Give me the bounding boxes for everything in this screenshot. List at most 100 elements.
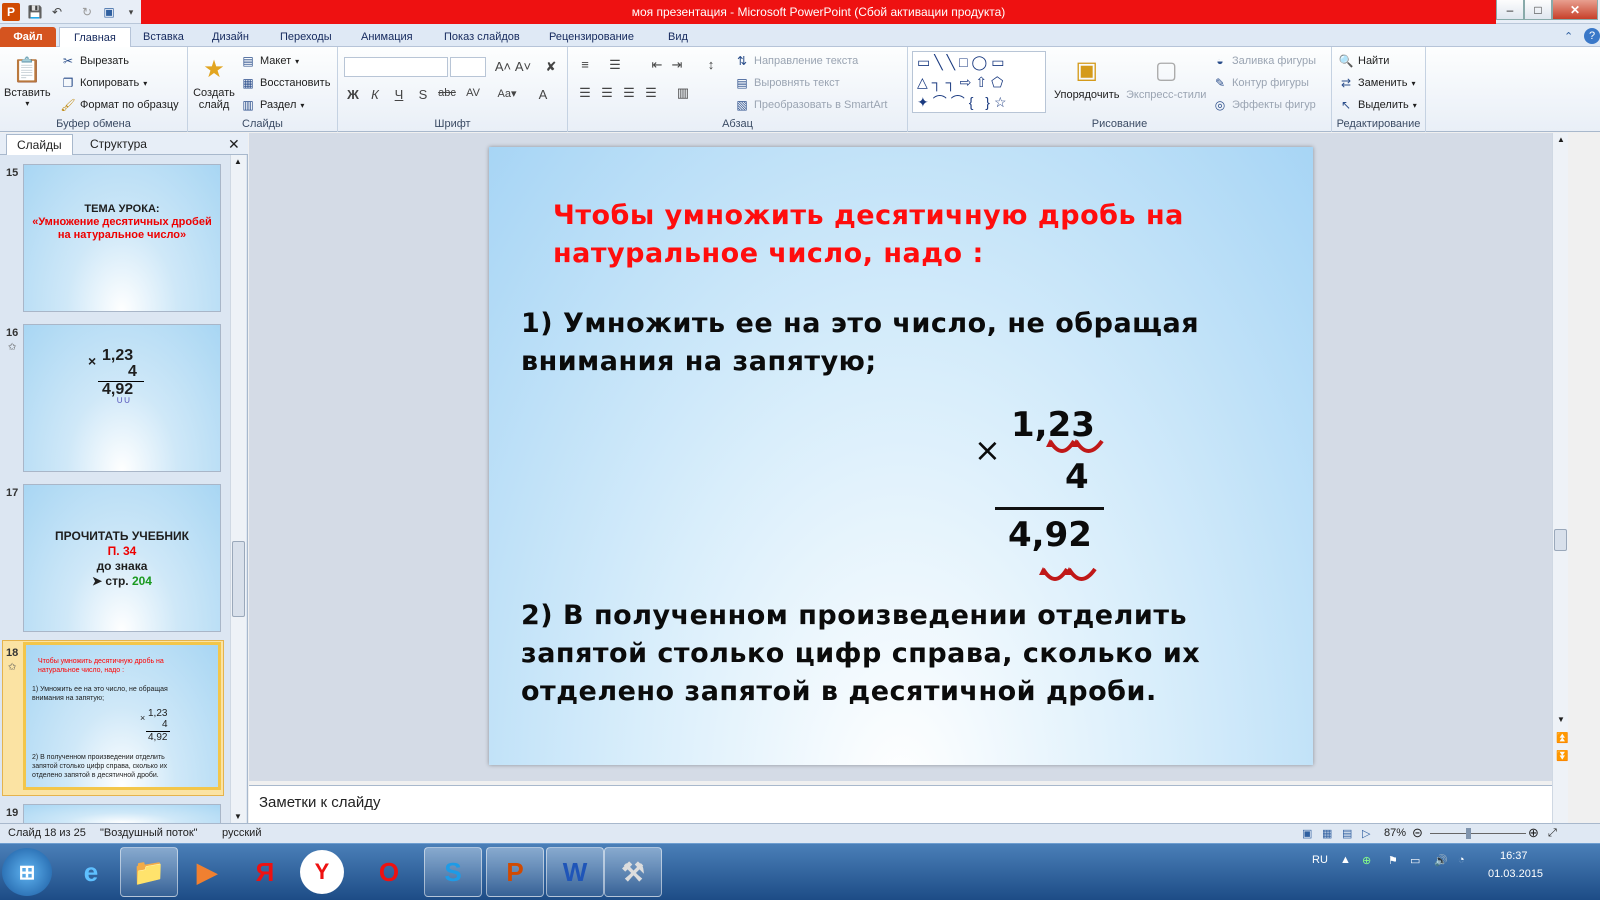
tools-taskbar-icon[interactable]: ⚒ <box>604 847 662 897</box>
minimize-button[interactable]: – <box>1496 0 1524 20</box>
italic-button[interactable]: К <box>366 87 384 102</box>
align-text-button[interactable]: ▤ Выровнять текст <box>734 75 839 91</box>
tab-slideshow[interactable]: Показ слайдов <box>444 27 520 47</box>
font-color-icon[interactable]: A <box>534 87 552 102</box>
customize-qat-icon[interactable]: ▾ <box>122 3 140 21</box>
strikethrough-button[interactable]: abc <box>436 87 458 99</box>
columns-icon[interactable]: ▥ <box>674 85 692 101</box>
change-case-icon[interactable]: Aa▾ <box>494 87 520 100</box>
pane-scrollbar[interactable]: ▲ ▼ <box>230 155 246 823</box>
powerpoint-app-icon[interactable]: P <box>2 3 20 21</box>
new-slide-button[interactable]: ★ Создать слайд <box>192 53 236 112</box>
fit-to-window-icon[interactable]: ⤢ <box>1548 827 1557 840</box>
slide-thumbnail-16[interactable]: × 1,23 4 4,92 ∪∪ <box>23 324 221 472</box>
close-pane-icon[interactable]: ✕ <box>228 136 240 153</box>
ribbon-minimize-icon[interactable]: ⌃ <box>1564 27 1573 47</box>
slide-canvas[interactable]: Чтобы умножить десятичную дробь на натур… <box>489 147 1313 765</box>
tab-transitions[interactable]: Переходы <box>280 27 332 47</box>
format-painter-button[interactable]: 🖌 Формат по образцу <box>60 97 178 113</box>
slide-thumbnail-18[interactable]: Чтобы умножить десятичную дробь на натур… <box>23 642 221 790</box>
quick-styles-button[interactable]: ▢ Экспресс-стили <box>1126 53 1206 102</box>
decrease-indent-icon[interactable]: ⇤ <box>648 57 666 73</box>
clear-format-icon[interactable]: ✘ <box>542 59 560 75</box>
reading-view-icon[interactable]: ▤ <box>1342 827 1352 840</box>
close-button[interactable]: ✕ <box>1552 0 1598 20</box>
scroll-thumb[interactable] <box>1554 529 1567 551</box>
explorer-icon[interactable]: 📁 <box>120 847 178 897</box>
shape-fill-button[interactable]: ◒ Заливка фигуры <box>1212 53 1316 69</box>
previous-slide-icon[interactable]: ⏫ <box>1556 733 1568 744</box>
shape-effects-button[interactable]: ◎ Эффекты фигур <box>1212 97 1316 113</box>
increase-indent-icon[interactable]: ⇥ <box>668 57 686 73</box>
line-spacing-icon[interactable]: ↕ <box>702 57 720 72</box>
slideshow-view-icon[interactable]: ▷ <box>1362 827 1370 840</box>
align-right-icon[interactable]: ☰ <box>620 85 638 101</box>
slide-scrollbar[interactable]: ▲ ▼ ⏫ ⏬ <box>1552 133 1568 838</box>
slide-thumbnail-17[interactable]: ПРОЧИТАТЬ УЧЕБНИК П. 34 до знака ➤ стр. … <box>23 484 221 632</box>
slide-thumbnail-19[interactable] <box>23 804 221 824</box>
media-player-icon[interactable]: ▶ <box>178 847 236 897</box>
numbering-icon[interactable]: ☰ <box>606 57 624 73</box>
tab-slides[interactable]: Слайды <box>6 134 73 155</box>
powerpoint-taskbar-icon[interactable]: P <box>486 847 544 897</box>
align-center-icon[interactable]: ☰ <box>598 85 616 101</box>
underline-button[interactable]: Ч <box>390 87 408 102</box>
internet-explorer-icon[interactable]: e <box>62 847 120 897</box>
yandex-icon[interactable]: Я <box>236 847 294 897</box>
network-icon[interactable]: ⊕ <box>1362 854 1371 867</box>
section-button[interactable]: ▥ Раздел ▾ <box>240 97 304 113</box>
slide-thumbnail-15[interactable]: ТЕМА УРОКА: «Умножение десятичных дробей… <box>23 164 221 312</box>
clock-time[interactable]: 16:37 <box>1500 850 1528 862</box>
flag-icon[interactable]: ⚑ <box>1388 854 1398 867</box>
redo-icon[interactable]: ↻ <box>78 3 96 21</box>
notes-pane[interactable]: Заметки к слайду <box>249 785 1552 823</box>
zoom-slider-thumb[interactable] <box>1466 828 1471 839</box>
tab-view[interactable]: Вид <box>668 27 688 47</box>
tab-animations[interactable]: Анимация <box>361 27 413 47</box>
tab-file[interactable]: Файл <box>0 27 56 47</box>
char-spacing-icon[interactable]: AV <box>464 87 482 99</box>
tab-outline[interactable]: Структура <box>80 134 157 155</box>
skype-icon[interactable]: S <box>424 847 482 897</box>
justify-icon[interactable]: ☰ <box>642 85 660 101</box>
save-icon[interactable]: 💾 <box>26 3 44 21</box>
wifi-icon[interactable]: ◔ <box>1458 854 1465 866</box>
help-icon[interactable]: ? <box>1584 28 1600 44</box>
font-name-combo[interactable] <box>344 57 448 77</box>
monitor-icon[interactable]: ▭ <box>1410 854 1420 867</box>
align-left-icon[interactable]: ☰ <box>576 85 594 101</box>
reset-button[interactable]: ▦ Восстановить <box>240 75 330 91</box>
maximize-button[interactable]: □ <box>1524 0 1552 20</box>
yandex-browser-icon[interactable]: Y <box>300 850 344 894</box>
replace-button[interactable]: ⇄ Заменить ▾ <box>1338 75 1415 91</box>
clock-date[interactable]: 01.03.2015 <box>1488 868 1543 880</box>
tab-insert[interactable]: Вставка <box>143 27 184 47</box>
scroll-up-icon[interactable]: ▲ <box>1557 135 1565 144</box>
smartart-button[interactable]: ▧ Преобразовать в SmartArt <box>734 97 887 113</box>
text-direction-button[interactable]: ⇅ Направление текста <box>734 53 858 69</box>
font-size-combo[interactable] <box>450 57 486 77</box>
theme-name[interactable]: "Воздушный поток" <box>100 827 198 839</box>
language-indicator[interactable]: русский <box>222 827 261 839</box>
zoom-in-icon[interactable]: ⊕ <box>1528 825 1539 841</box>
find-button[interactable]: 🔍 Найти <box>1338 53 1390 69</box>
shapes-gallery[interactable]: ▭╲╲□◯▭ △┐┐⇨⇧⬠ ✦⌒⌒{ }☆ <box>912 51 1046 113</box>
shape-outline-button[interactable]: ✎ Контур фигуры <box>1212 75 1309 91</box>
word-taskbar-icon[interactable]: W <box>546 847 604 897</box>
next-slide-icon[interactable]: ⏬ <box>1556 751 1568 762</box>
input-language[interactable]: RU <box>1312 854 1328 866</box>
zoom-level[interactable]: 87% <box>1384 827 1406 839</box>
layout-button[interactable]: ▤ Макет ▾ <box>240 53 299 69</box>
tab-home[interactable]: Главная <box>59 27 131 47</box>
zoom-slider[interactable] <box>1430 833 1526 834</box>
grow-font-icon[interactable]: A˄ <box>494 59 512 74</box>
shrink-font-icon[interactable]: A˅ <box>514 59 532 74</box>
undo-icon[interactable]: ↶ <box>48 3 66 21</box>
opera-icon[interactable]: O <box>360 847 418 897</box>
scroll-down-icon[interactable]: ▼ <box>1557 715 1565 724</box>
copy-button[interactable]: ❐ Копировать ▾ <box>60 75 148 91</box>
normal-view-icon[interactable]: ▣ <box>1302 827 1312 840</box>
start-button[interactable]: ⊞ <box>2 848 52 896</box>
bullets-icon[interactable]: ≡ <box>576 57 594 72</box>
volume-icon[interactable]: 🔊 <box>1434 854 1448 867</box>
